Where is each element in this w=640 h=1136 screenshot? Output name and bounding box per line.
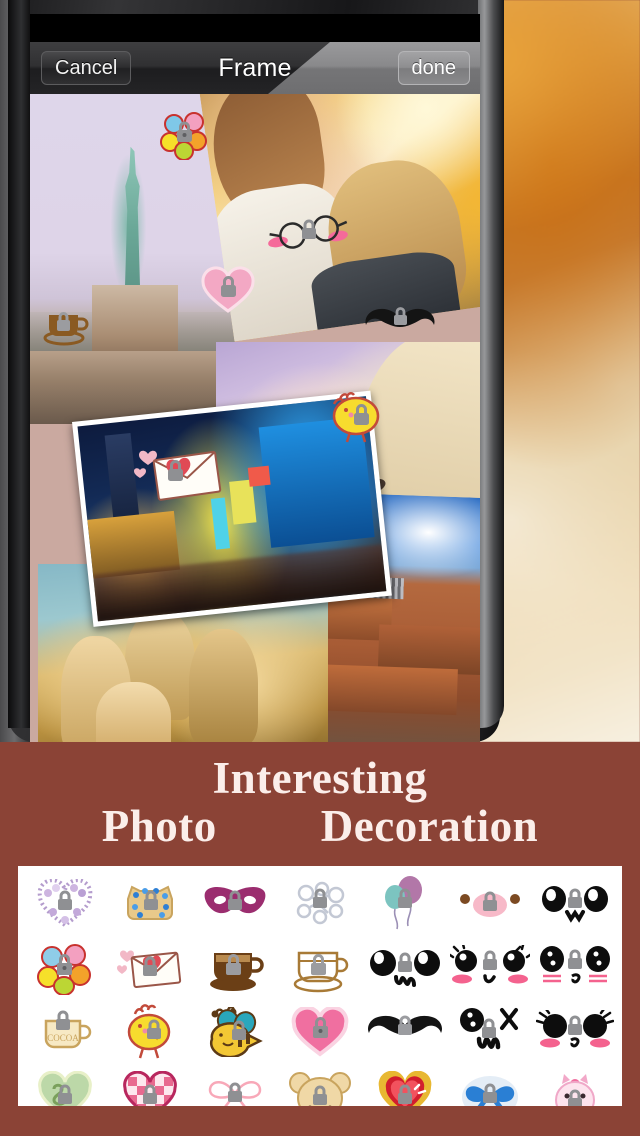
friend-face-3	[188, 628, 259, 742]
lock-icon	[483, 950, 498, 970]
sticker-face-x-eye[interactable]	[448, 1000, 533, 1064]
sticker-ruby-gold-heart[interactable]	[363, 1064, 448, 1106]
sticker-pink-heart[interactable]	[277, 1000, 362, 1064]
lock-icon	[482, 1018, 497, 1038]
lock-icon	[312, 888, 327, 908]
collage-canvas[interactable]	[30, 94, 480, 742]
lock-icon	[568, 1015, 583, 1035]
sticker-black-eyes-w-mouth[interactable]	[533, 872, 618, 936]
lock-icon	[310, 954, 326, 975]
sticker-lashes-face-blush[interactable]	[533, 1000, 618, 1064]
city-sign-3	[248, 465, 271, 488]
sticker-checkered-heart[interactable]	[107, 1064, 192, 1106]
lock-icon	[177, 121, 192, 142]
friend-face-4	[96, 681, 172, 742]
liberty-statue	[124, 146, 141, 299]
sticker-grid[interactable]: COCOA	[18, 866, 622, 1106]
promo-headline: Interesting	[212, 753, 428, 803]
sticker-purple-masquerade-mask[interactable]	[192, 872, 277, 936]
sticker-pink-nose-face[interactable]	[448, 872, 533, 936]
lock-icon	[55, 1010, 70, 1030]
sticker-black-mustache[interactable]	[363, 1000, 448, 1064]
lock-icon	[57, 890, 72, 910]
coffee-cup-sticker[interactable]	[42, 304, 90, 346]
sticker-green-swirl-heart[interactable]	[22, 1064, 107, 1106]
lock-icon	[398, 952, 413, 972]
sticker-yellow-chick[interactable]	[107, 1000, 192, 1064]
cancel-button[interactable]: Cancel	[41, 51, 132, 85]
sticker-picker-panel[interactable]: COCOA	[18, 866, 622, 1106]
lock-icon	[227, 1082, 242, 1102]
liberty-pedestal	[91, 285, 178, 358]
city-sign-2	[210, 497, 231, 550]
phone-right-bezel	[478, 0, 504, 728]
chick-sticker[interactable]	[326, 386, 388, 444]
promo-subheadline: Photo Decoration	[0, 800, 640, 852]
sticker-lavender-heart[interactable]	[22, 872, 107, 936]
phone-left-bezel	[8, 0, 30, 728]
pink-heart-sticker[interactable]	[200, 266, 256, 314]
sticker-crystal-key[interactable]	[277, 872, 362, 936]
lock-icon	[568, 888, 583, 908]
sticker-brown-coffee-cup[interactable]	[192, 936, 277, 1000]
envelope-sticker[interactable]	[132, 442, 222, 504]
favela-brick-row-3	[323, 664, 458, 716]
lock-icon	[302, 219, 316, 239]
mustache-sticker[interactable]	[364, 306, 436, 340]
lock-icon	[394, 307, 407, 325]
promo-word-decoration: Decoration	[320, 801, 539, 851]
sticker-blue-gem-bow[interactable]	[448, 1064, 533, 1106]
sticker-blush-lines-face[interactable]	[533, 936, 618, 1000]
lock-icon	[568, 949, 583, 969]
sticker-love-envelope[interactable]	[107, 936, 192, 1000]
sticker-colorful-flower[interactable]	[22, 936, 107, 1000]
lock-icon	[398, 1015, 413, 1035]
sticker-balloons[interactable]	[363, 872, 448, 936]
sticker-pink-ribbon-bow[interactable]	[192, 1064, 277, 1106]
sticker-cocoa-mug[interactable]: COCOA	[22, 1000, 107, 1064]
sticker-teddy-bear-face[interactable]	[277, 1064, 362, 1106]
sticker-bumble-bee[interactable]	[192, 1000, 277, 1064]
sticker-outline-coffee-cup[interactable]	[277, 936, 362, 1000]
svg-text:COCOA: COCOA	[47, 1033, 79, 1043]
sticker-pink-cat-face[interactable]	[533, 1064, 618, 1106]
glasses-blush-sticker[interactable]	[266, 212, 352, 258]
sticker-eyes-omega-mouth[interactable]	[363, 936, 448, 1000]
flower-sticker[interactable]	[158, 108, 210, 160]
done-button[interactable]: done	[397, 51, 470, 85]
lock-icon	[56, 954, 72, 975]
sticker-blue-jewel-dog[interactable]	[107, 872, 192, 936]
app-root: Frame Cancel done Interesting Photo Deco…	[0, 0, 640, 1136]
sticker-lashes-blush-face[interactable]	[448, 936, 533, 1000]
phone-screen: Frame Cancel done	[30, 14, 480, 742]
promo-word-photo: Photo	[101, 801, 217, 851]
navigation-bar: Frame Cancel done	[30, 42, 480, 94]
